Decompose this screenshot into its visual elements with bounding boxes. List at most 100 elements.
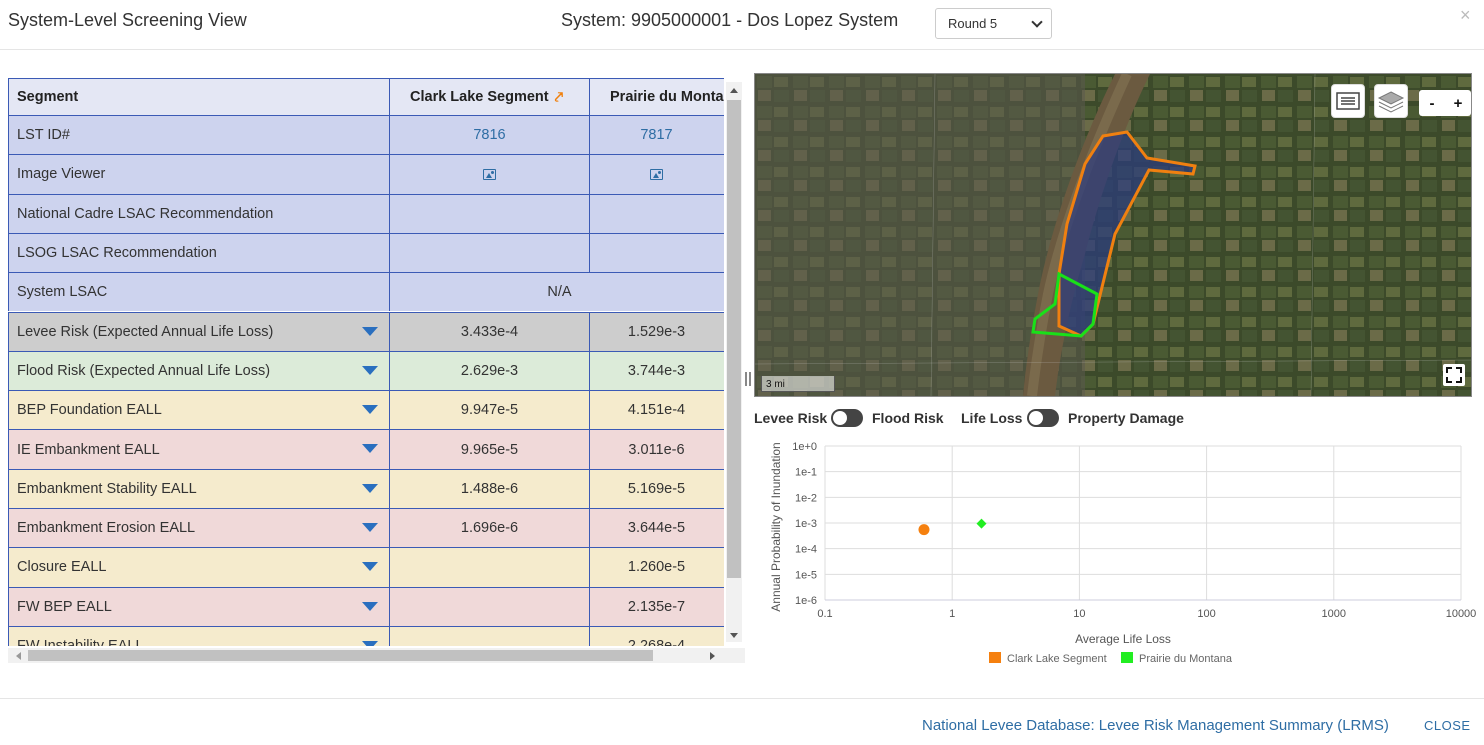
levee-risk-label: Levee Risk: [754, 410, 828, 426]
cell-value: 1.260e-5: [627, 559, 686, 576]
cell-clark-lake: [389, 193, 589, 233]
risk-type-toggle[interactable]: [831, 409, 863, 427]
expand-triangle-icon[interactable]: [362, 601, 378, 611]
table-vertical-scrollbar[interactable]: [726, 82, 742, 642]
row-label-text: BEP Foundation EALL: [17, 402, 162, 419]
round-select-value: Round 5: [948, 16, 998, 31]
x-tick-label: 1000: [1322, 608, 1346, 620]
cell-prairie[interactable]: 7817: [589, 115, 724, 155]
legend-swatch: [989, 652, 1001, 663]
cell-prairie: 2.135e-7: [589, 586, 724, 626]
row-label[interactable]: Flood Risk (Expected Annual Life Loss): [8, 350, 390, 391]
legend-label: Clark Lake Segment: [1007, 653, 1107, 665]
expand-triangle-icon[interactable]: [362, 562, 378, 572]
scroll-down-icon[interactable]: [730, 633, 738, 638]
row-label-text: FW BEP EALL: [17, 598, 112, 615]
map-view[interactable]: - + 3 mi: [754, 73, 1472, 397]
zoom-out-button[interactable]: -: [1419, 90, 1445, 116]
legend-swatch: [1121, 652, 1133, 663]
cell-prairie: [589, 232, 724, 273]
expand-triangle-icon[interactable]: [362, 483, 378, 493]
close-icon[interactable]: ×: [1460, 5, 1471, 26]
layers-icon[interactable]: [1374, 84, 1408, 118]
row-label[interactable]: Closure EALL: [8, 547, 390, 587]
cell-value: 3.744e-3: [627, 362, 686, 379]
trend-icon[interactable]: ⤤: [555, 89, 563, 106]
round-select[interactable]: Round 5: [935, 8, 1052, 39]
cell-clark-lake: [389, 547, 589, 587]
row-label-text: Embankment Erosion EALL: [17, 520, 196, 537]
table-row: Embankment Erosion EALL 1.696e-6 3.644e-5: [8, 508, 724, 548]
cell-prairie[interactable]: [589, 154, 724, 194]
scatter-plot: 0.1 1 10 100 1000 10000 1e+0 1e-1 1e-2 1e-3 1e-4 1e…: [769, 441, 1476, 665]
table-row: BEP Foundation EALL 9.947e-5 4.151e-4: [8, 390, 724, 430]
cell-clark-lake: 2.629e-3: [389, 350, 589, 391]
satellite-map[interactable]: [755, 74, 1471, 396]
table-row: System LSAC N/A: [8, 272, 724, 312]
risk-scatter-chart: 0.1 1 10 100 1000 10000 1e+0 1e-1 1e-2 1e-3 1e-4 1e…: [754, 436, 1484, 668]
scroll-up-icon[interactable]: [730, 88, 738, 93]
modal-header: System-Level Screening View System: 9905…: [0, 0, 1484, 50]
table-row: IE Embankment EALL 9.965e-5 3.011e-6: [8, 429, 724, 469]
close-button[interactable]: CLOSE: [1424, 718, 1471, 733]
lst-id-link[interactable]: 7817: [640, 127, 672, 143]
list-icon[interactable]: [1331, 84, 1365, 118]
row-label[interactable]: IE Embankment EALL: [8, 429, 390, 469]
row-label-text: Image Viewer: [17, 166, 106, 183]
cell-clark-lake: [389, 232, 589, 273]
row-label-text: IE Embankment EALL: [17, 441, 160, 458]
life-loss-label: Life Loss: [961, 410, 1023, 426]
table-row: LSOG LSAC Recommendation: [8, 232, 724, 273]
scroll-right-icon[interactable]: [710, 652, 715, 660]
row-label[interactable]: Embankment Stability EALL: [8, 468, 390, 508]
pane-splitter-handle[interactable]: [745, 372, 751, 386]
row-label-text: LST ID#: [17, 127, 70, 144]
image-icon[interactable]: [483, 168, 496, 180]
modal-title: System-Level Screening View: [8, 10, 247, 30]
image-icon[interactable]: [650, 168, 663, 180]
lrms-link[interactable]: National Levee Database: Levee Risk Mana…: [922, 717, 1389, 734]
table-horizontal-scrollbar[interactable]: [8, 648, 745, 663]
cell-prairie: 2.268e-4: [589, 625, 724, 646]
segment-table: Segment Clark Lake Segment ⤤ Prairie du …: [8, 78, 724, 646]
cell-clark-lake: [389, 625, 589, 646]
cell-clark-lake[interactable]: 7816: [389, 115, 589, 155]
expand-triangle-icon[interactable]: [362, 640, 378, 646]
row-label[interactable]: Levee Risk (Expected Annual Life Loss): [8, 311, 390, 351]
row-label: LST ID#: [8, 115, 390, 155]
cell-value: 2.629e-3: [460, 362, 519, 379]
scroll-left-icon[interactable]: [16, 652, 21, 660]
zoom-in-button[interactable]: +: [1445, 90, 1471, 116]
row-label[interactable]: FW BEP EALL: [8, 586, 390, 626]
row-label-text: Closure EALL: [17, 559, 107, 576]
expand-triangle-icon[interactable]: [362, 365, 378, 375]
row-label[interactable]: Embankment Erosion EALL: [8, 508, 390, 548]
system-title: System: 9905000001 - Dos Lopez System: [561, 10, 899, 30]
scroll-thumb[interactable]: [727, 100, 741, 578]
cell-value: 3.644e-5: [627, 520, 686, 537]
y-tick-label: 1e-5: [795, 569, 817, 581]
expand-triangle-icon[interactable]: [362, 523, 378, 532]
cell-prairie: 3.011e-6: [589, 429, 724, 469]
cell-value: 2.135e-7: [627, 598, 686, 615]
row-label[interactable]: BEP Foundation EALL: [8, 390, 390, 430]
scroll-thumb-horizontal[interactable]: [28, 650, 653, 661]
row-label-text: FW Instability EALL: [17, 638, 144, 646]
y-tick-label: 1e+0: [792, 441, 817, 453]
column-header-clark-lake[interactable]: Clark Lake Segment ⤤: [389, 78, 589, 115]
cell-clark-lake[interactable]: [389, 154, 589, 194]
expand-triangle-icon[interactable]: [362, 444, 378, 454]
fullscreen-icon[interactable]: [1443, 364, 1465, 386]
expand-triangle-icon[interactable]: [362, 326, 378, 336]
cell-value: 3.011e-6: [628, 441, 685, 458]
expand-triangle-icon[interactable]: [362, 405, 378, 415]
row-label[interactable]: FW Instability EALL: [8, 625, 390, 646]
cell-clark-lake: 1.696e-6: [389, 508, 589, 548]
consequence-type-toggle[interactable]: [1027, 409, 1059, 427]
lst-id-link[interactable]: 7816: [473, 127, 505, 143]
x-tick-label: 0.1: [817, 608, 832, 620]
row-label-text: Embankment Stability EALL: [17, 480, 197, 497]
cell-value: 1.488e-6: [460, 480, 519, 497]
row-label-text: LSOG LSAC Recommendation: [17, 245, 217, 262]
cell-clark-lake: 9.947e-5: [389, 390, 589, 430]
